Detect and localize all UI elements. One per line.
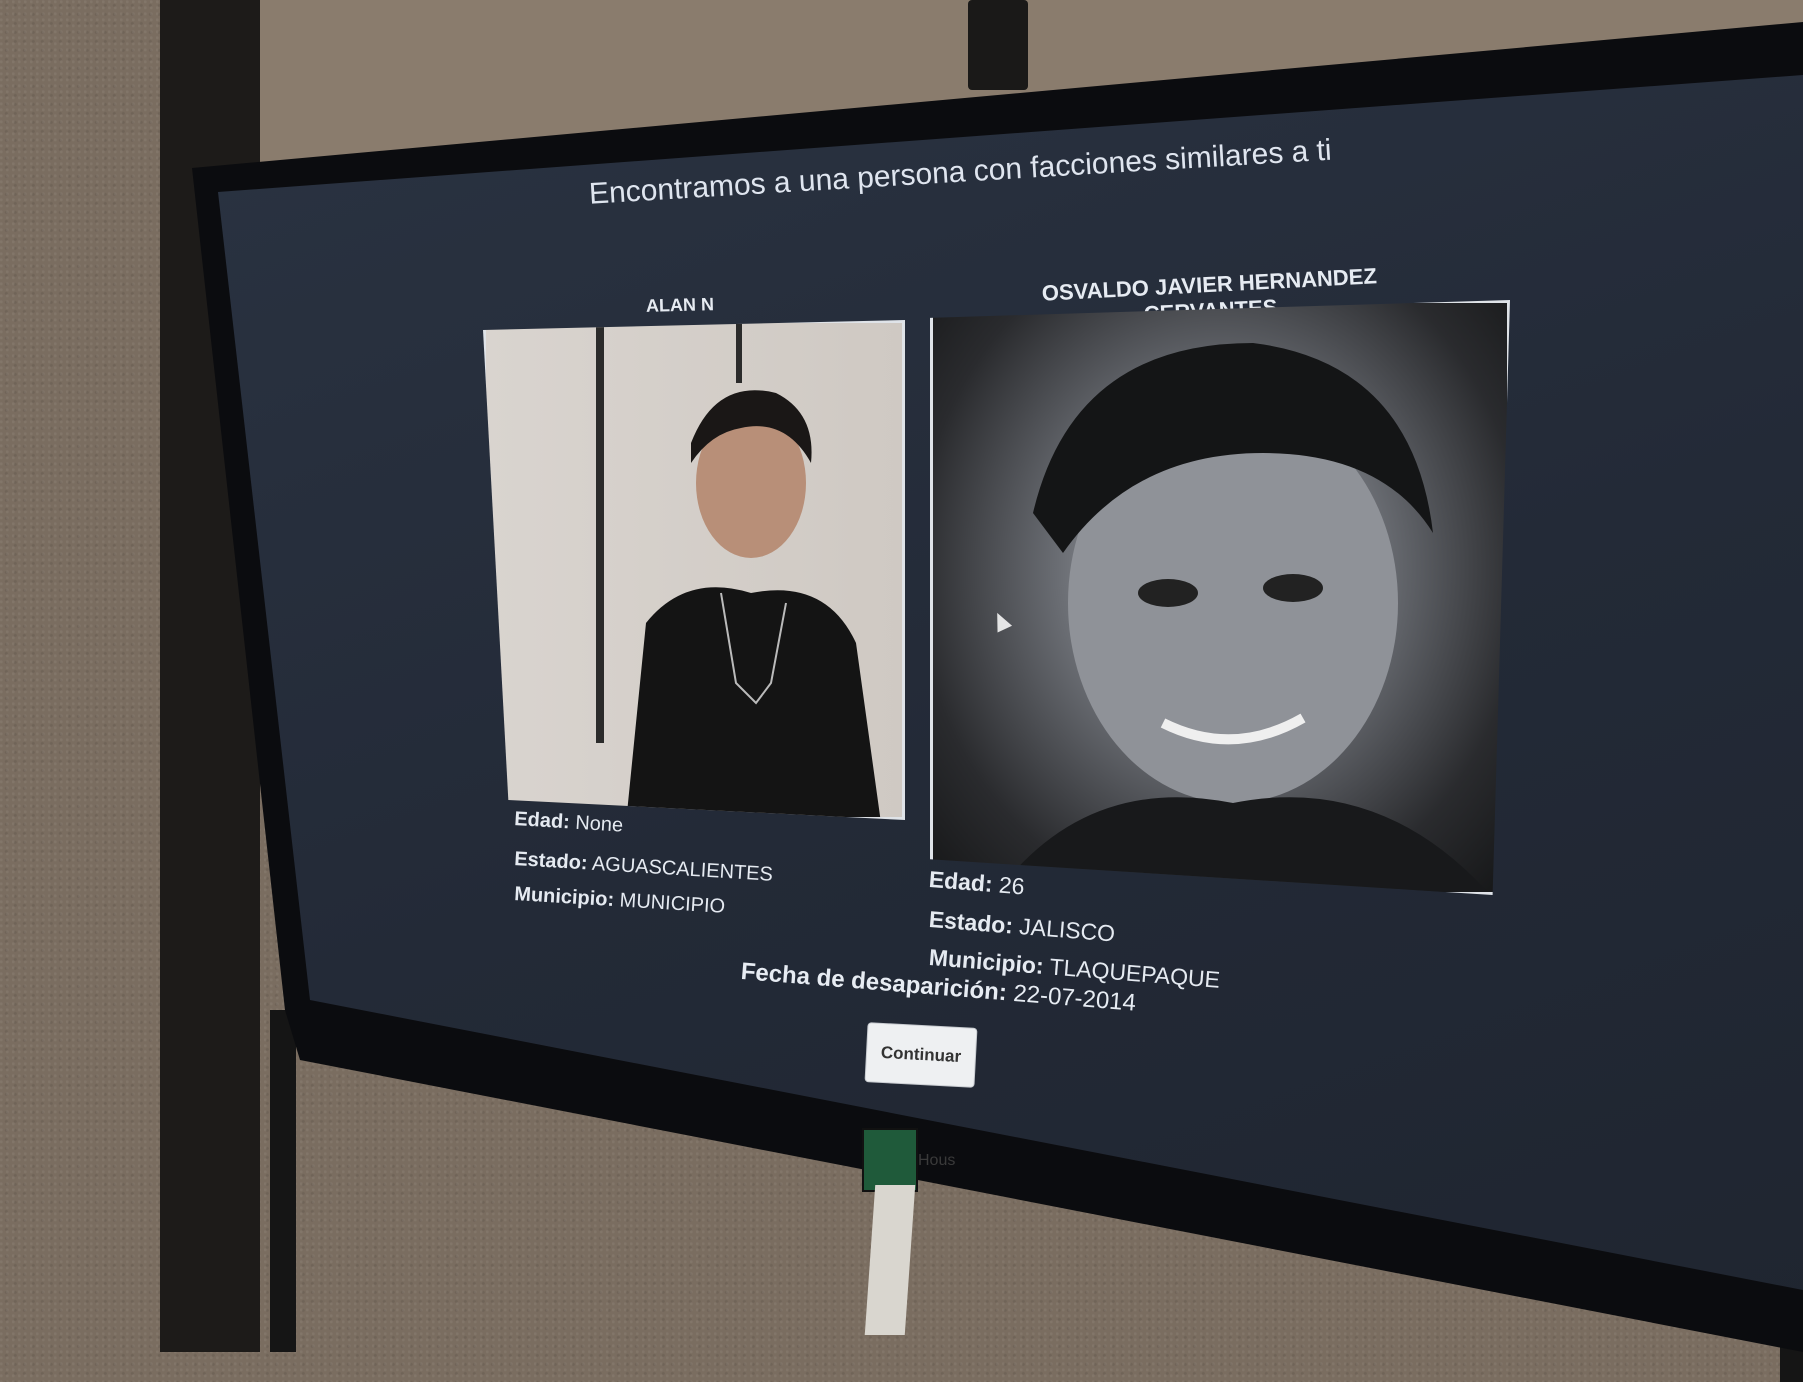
- right-photo-illustration: [993, 343, 1493, 892]
- left-municipio-label: Municipio:: [513, 883, 615, 912]
- camera-module: [862, 1128, 918, 1192]
- partition-clip: [968, 0, 1028, 90]
- right-edad-label: Edad:: [927, 866, 994, 897]
- continue-button[interactable]: Continuar: [864, 1022, 978, 1088]
- left-edad-value: None: [574, 811, 624, 837]
- right-edad-value: 26: [998, 871, 1026, 900]
- left-photo-illustration: [596, 323, 881, 817]
- left-person-name: ALAN N: [645, 294, 715, 316]
- right-estado-label: Estado:: [927, 906, 1015, 939]
- camera-ribbon-cable: [864, 1185, 916, 1335]
- monitor-stand-pole: [270, 1010, 296, 1352]
- left-edad-label: Edad:: [513, 808, 571, 834]
- left-estado-label: Estado:: [513, 848, 589, 875]
- monitor-brand-label: Hous: [918, 1152, 956, 1169]
- left-person-photo: [483, 320, 905, 820]
- right-person-photo: [930, 300, 1510, 895]
